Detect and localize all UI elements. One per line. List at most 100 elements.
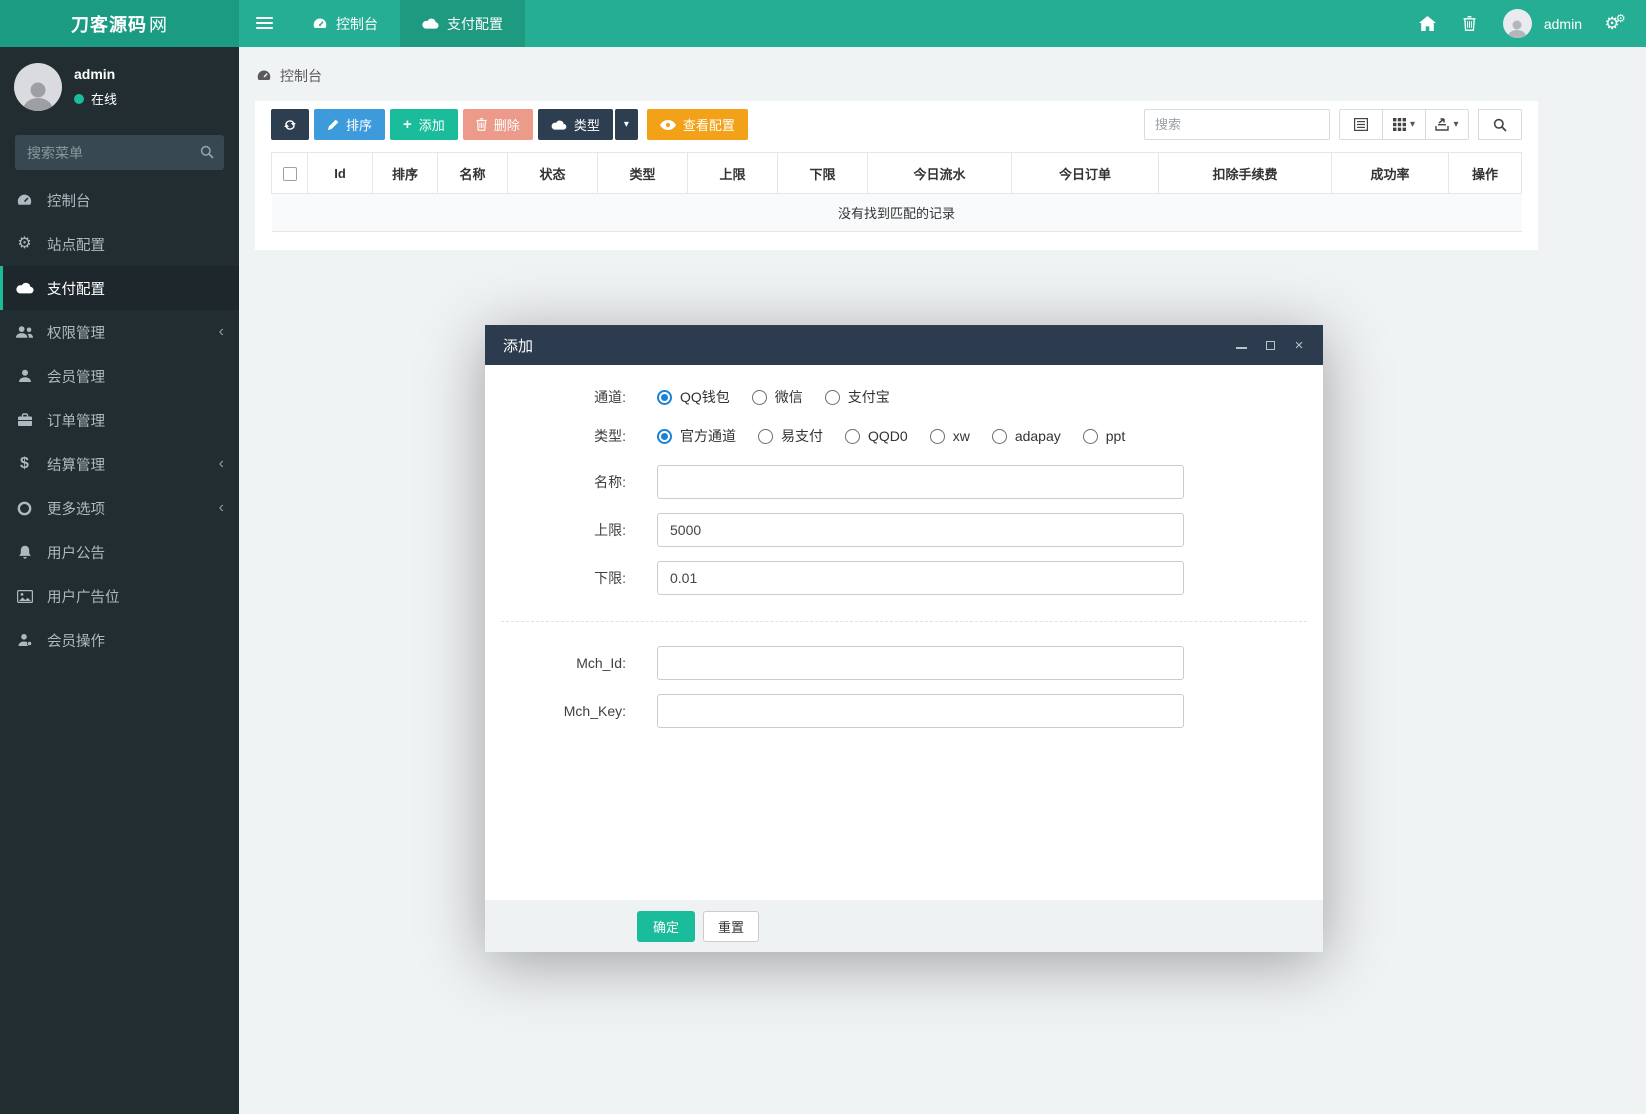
sidebar-item-dashboard[interactable]: 控制台 [0,178,239,222]
cogs-icon[interactable]: ⚙ ⚙ [1604,13,1625,33]
trash-icon[interactable] [1461,15,1479,33]
dashboard-icon [15,192,34,209]
avatar[interactable] [1502,9,1532,38]
refresh-button[interactable] [271,109,309,140]
channel-label: 通道: [594,389,626,405]
confirm-button[interactable]: 确定 [637,910,696,942]
home-icon[interactable] [1419,15,1437,33]
delete-button[interactable]: 删除 [462,109,533,140]
lower-limit-input[interactable] [657,561,1184,595]
delete-label: 删除 [493,118,520,133]
col-status: 状态 [507,152,598,194]
mch-id-input[interactable] [657,646,1184,680]
breadcrumb-label: 控制台 [280,68,322,84]
sidebar-item-settlement[interactable]: $ 结算管理 ‹ [0,442,239,486]
dashboard-icon [312,16,328,32]
sidebar-item-label: 支付配置 [47,281,105,298]
channel-field-row: 通道: QQ钱包 微信 支付宝 [501,387,1307,407]
maximize-icon[interactable] [1264,339,1276,351]
sidebar-menu: 控制台 ⚙ 站点配置 支付配置 权限管理 ‹ 会员管理 订单管理 $ 结算管理 … [0,178,239,662]
export-button[interactable]: ▾ [1425,109,1469,140]
add-button[interactable]: + 添加 [390,109,458,140]
radio-ppt[interactable]: ppt [1082,428,1125,444]
name-input[interactable] [657,465,1184,499]
dialog-titlebar[interactable]: 添加 × [485,325,1323,365]
table-header-row: Id 排序 名称 状态 类型 上限 下限 今日流水 今日订单 扣除手续费 成功率… [271,152,1522,194]
tab-dashboard[interactable]: 控制台 [290,0,400,47]
dollar-icon: $ [20,455,29,472]
image-icon [15,589,34,603]
sidebar-item-site-config[interactable]: ⚙ 站点配置 [0,222,239,266]
view-config-button[interactable]: 查看配置 [646,109,748,140]
mch-key-field-row: Mch_Key: [501,694,1307,728]
bell-icon [15,545,34,560]
columns-button[interactable]: ▾ [1382,109,1426,140]
type-label: 类型 [573,118,600,133]
col-lower: 下限 [777,152,868,194]
table-view-button-group: ▾ ▾ [1339,109,1469,140]
type-dropdown-button[interactable]: ▾ [614,109,638,140]
tab-label: 支付配置 [447,15,503,32]
radio-yipay[interactable]: 易支付 [758,426,823,446]
sidebar-toggle-button[interactable] [239,0,290,47]
sidebar-item-orders[interactable]: 订单管理 [0,398,239,442]
online-dot-icon [74,93,84,104]
name-field-row: 名称: [501,465,1307,499]
col-name: 名称 [437,152,508,194]
circle-icon [15,501,34,516]
sidebar-item-more-options[interactable]: 更多选项 ‹ [0,486,239,530]
type-button[interactable]: 类型 [537,109,613,140]
reset-button[interactable]: 重置 [703,910,760,942]
detail-view-button[interactable] [1339,109,1383,140]
brand-logo[interactable]: 刀客源码网 [0,0,239,47]
radio-wechat[interactable]: 微信 [751,387,803,407]
radio-official-channel[interactable]: 官方通道 [657,426,736,446]
navbar-username[interactable]: admin [1544,16,1582,32]
sort-button[interactable]: 排序 [314,109,386,140]
table-search-input[interactable] [1144,109,1330,140]
tab-payment-config[interactable]: 支付配置 [400,0,525,47]
close-icon[interactable]: × [1293,338,1305,353]
radio-qqd0[interactable]: QQD0 [845,428,908,444]
sort-label: 排序 [346,118,373,133]
sidebar-item-announcements[interactable]: 用户公告 [0,530,239,574]
caret-down-icon: ▾ [623,118,629,130]
sidebar-item-member-ops[interactable]: 会员操作 [0,618,239,662]
records-table: Id 排序 名称 状态 类型 上限 下限 今日流水 今日订单 扣除手续费 成功率… [271,152,1522,232]
mch-id-label: Mch_Id: [576,655,626,671]
user-status: 在线 [74,89,117,108]
search-icon[interactable] [200,145,214,159]
sidebar-search-input[interactable] [15,135,224,170]
mch-key-input[interactable] [657,694,1184,728]
radio-qq-wallet[interactable]: QQ钱包 [657,387,730,407]
type-label: 类型: [594,428,626,444]
sidebar-user-panel: admin 在线 [0,47,239,125]
user-avatar [14,63,62,111]
radio-icon [991,428,1007,444]
sidebar-item-permissions[interactable]: 权限管理 ‹ [0,310,239,354]
user-icon [15,369,34,383]
upper-limit-input[interactable] [657,513,1184,547]
name-label: 名称: [594,474,626,490]
sidebar-item-ad-slots[interactable]: 用户广告位 [0,574,239,618]
minimize-icon[interactable] [1235,339,1247,351]
select-all-checkbox[interactable] [282,166,297,181]
sidebar-item-members[interactable]: 会员管理 [0,354,239,398]
grid-columns-icon [1392,118,1406,131]
radio-xw[interactable]: xw [929,428,970,444]
chevron-left-icon: ‹ [218,499,224,516]
search-button[interactable] [1478,109,1522,140]
radio-icon [845,428,860,444]
radio-alipay[interactable]: 支付宝 [824,387,890,407]
mch-key-label: Mch_Key: [563,703,626,719]
col-sort: 排序 [372,152,438,194]
radio-adapay[interactable]: adapay [991,428,1061,444]
lower-limit-field-row: 下限: [501,561,1307,595]
radio-icon [824,389,840,405]
pencil-icon [327,119,339,131]
sidebar-item-payment-config[interactable]: 支付配置 [0,266,239,310]
sidebar-item-label: 更多选项 [47,501,105,518]
caret-down-icon: ▾ [1409,118,1416,130]
eye-icon [659,119,676,130]
col-today-flow: 今日流水 [867,152,1012,194]
